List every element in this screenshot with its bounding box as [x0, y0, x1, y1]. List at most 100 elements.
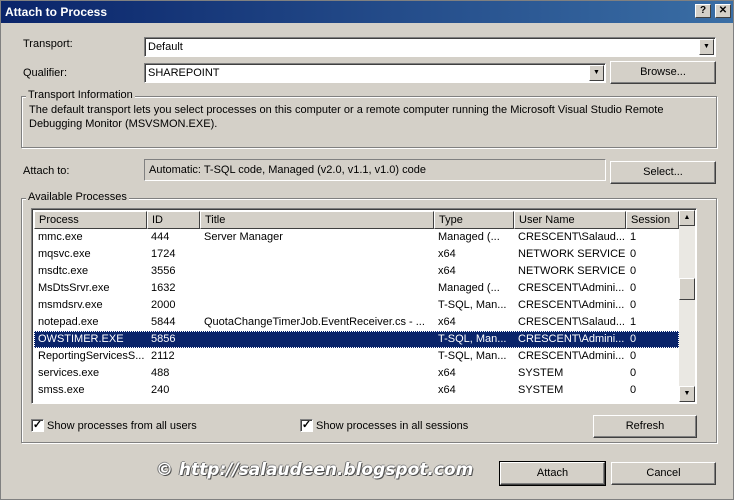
- cell-process: ReportingServicesS...: [38, 350, 145, 362]
- process-list[interactable]: Process ID Title Type User Name Session …: [31, 208, 697, 404]
- browse-button[interactable]: Browse...: [610, 61, 716, 84]
- table-row[interactable]: smss.exe 240 x64 SYSTEM 0: [34, 382, 679, 399]
- cell-user: NETWORK SERVICE: [518, 248, 626, 260]
- cell-session: 0: [630, 384, 637, 396]
- close-button[interactable]: ✕: [715, 4, 731, 18]
- cell-user: CRESCENT\Salaud...: [518, 316, 625, 328]
- chevron-down-icon[interactable]: ▼: [589, 65, 604, 81]
- cell-process: notepad.exe: [38, 316, 99, 328]
- checkmark-icon: ✓: [32, 419, 43, 431]
- show-all-users-checkbox[interactable]: ✓: [31, 419, 44, 432]
- cell-type: x64: [438, 367, 456, 379]
- cell-user: CRESCENT\Admini...: [518, 282, 625, 294]
- cell-type: Managed (...: [438, 282, 500, 294]
- select-button[interactable]: Select...: [610, 161, 716, 184]
- chevron-down-icon[interactable]: ▼: [679, 386, 695, 402]
- transport-info-text: The default transport lets you select pr…: [29, 104, 664, 130]
- cell-process: mqsvc.exe: [38, 248, 91, 260]
- cell-title: Server Manager: [204, 231, 283, 243]
- chevron-up-icon[interactable]: ▲: [679, 210, 695, 226]
- table-row[interactable]: OWSTIMER.EXE 5856 T-SQL, Man... CRESCENT\Ad…: [34, 331, 679, 348]
- cell-user: CRESCENT\Salaud...: [518, 231, 625, 243]
- attach-button[interactable]: Attach: [499, 461, 606, 486]
- cell-process: services.exe: [38, 367, 100, 379]
- table-row[interactable]: mmc.exe 444 Server Manager Managed (... CRES…: [34, 229, 679, 246]
- attach-to-field: Automatic: T-SQL code, Managed (v2.0, v1…: [144, 159, 606, 181]
- cell-process: msdtc.exe: [38, 265, 89, 277]
- cell-user: CRESCENT\Admini...: [518, 333, 625, 345]
- table-row[interactable]: msmdsrv.exe 2000 T-SQL, Man... CRESCENT\Adm…: [34, 297, 679, 314]
- column-session[interactable]: Session: [626, 211, 679, 229]
- cell-session: 0: [630, 367, 637, 379]
- cell-session: 0: [630, 333, 637, 345]
- show-all-sessions-checkbox[interactable]: ✓: [300, 419, 313, 432]
- cell-type: T-SQL, Man...: [438, 299, 507, 311]
- cell-user: SYSTEM: [518, 384, 564, 396]
- process-list-scrollbar[interactable]: ▲ ▼: [679, 210, 695, 402]
- cell-process: MsDtsSrvr.exe: [38, 282, 110, 294]
- cell-id: 2000: [151, 299, 176, 311]
- cell-user: CRESCENT\Admini...: [518, 299, 625, 311]
- cell-session: 1: [630, 231, 637, 243]
- column-type[interactable]: Type: [434, 211, 514, 229]
- cell-id: 1632: [151, 282, 176, 294]
- process-rows: mmc.exe 444 Server Manager Managed (... CRES…: [34, 229, 679, 403]
- scrollbar-thumb[interactable]: [679, 278, 695, 300]
- cell-type: x64: [438, 316, 456, 328]
- process-list-header: Process ID Title Type User Name Session: [34, 211, 679, 229]
- available-processes-title: Available Processes: [26, 191, 129, 203]
- cell-session: 0: [630, 350, 637, 362]
- cell-process: msmdsrv.exe: [38, 299, 103, 311]
- chevron-down-icon[interactable]: ▼: [699, 39, 714, 55]
- cell-id: 444: [151, 231, 170, 243]
- cell-id: 3556: [151, 265, 176, 277]
- cell-session: 0: [630, 248, 637, 260]
- cell-id: 2112: [151, 350, 175, 362]
- table-row[interactable]: notepad.exe 5844 QuotaChangeTimerJob.Event…: [34, 314, 679, 331]
- table-row[interactable]: msdtc.exe 3556 x64 NETWORK SERVICE 0: [34, 263, 679, 280]
- cell-process: mmc.exe: [38, 231, 83, 243]
- window-title: Attach to Process: [5, 5, 108, 19]
- qualifier-value: SHAREPOINT: [148, 67, 220, 79]
- attach-to-label: Attach to:: [23, 165, 70, 177]
- cell-process: smss.exe: [38, 384, 85, 396]
- title-bar: Attach to Process: [1, 1, 733, 23]
- refresh-button[interactable]: Refresh: [593, 415, 697, 438]
- cell-user: NETWORK SERVICE: [518, 265, 626, 277]
- table-row[interactable]: services.exe 488 x64 SYSTEM 0: [34, 365, 679, 382]
- column-user-name[interactable]: User Name: [514, 211, 626, 229]
- cell-session: 1: [630, 316, 637, 328]
- table-row[interactable]: mqsvc.exe 1724 x64 NETWORK SERVICE 0: [34, 246, 679, 263]
- column-title[interactable]: Title: [200, 211, 434, 229]
- attach-to-process-dialog: Attach to Process ? ✕ Transport: Default…: [0, 0, 734, 500]
- cell-type: x64: [438, 248, 456, 260]
- cell-session: 0: [630, 299, 637, 311]
- qualifier-dropdown[interactable]: SHAREPOINT ▼: [144, 63, 606, 83]
- show-all-sessions-label[interactable]: Show processes in all sessions: [316, 420, 468, 432]
- cell-user: SYSTEM: [518, 367, 564, 379]
- cell-process: OWSTIMER.EXE: [38, 333, 124, 345]
- cell-id: 5856: [151, 333, 176, 345]
- cell-id: 488: [151, 367, 170, 379]
- table-row[interactable]: ReportingServicesS... 2112 T-SQL, Man... CR…: [34, 348, 679, 365]
- show-all-users-label[interactable]: Show processes from all users: [47, 420, 197, 432]
- cell-type: x64: [438, 265, 456, 277]
- cell-type: Managed (...: [438, 231, 500, 243]
- watermark-text: © http://salaudeen.blogspot.com: [156, 460, 474, 480]
- cell-id: 1724: [151, 248, 176, 260]
- cell-id: 240: [151, 384, 170, 396]
- cell-type: x64: [438, 384, 456, 396]
- cell-session: 0: [630, 265, 637, 277]
- qualifier-label: Qualifier:: [23, 67, 68, 79]
- transport-dropdown[interactable]: Default ▼: [144, 37, 716, 57]
- cell-type: T-SQL, Man...: [438, 350, 507, 362]
- table-row[interactable]: MsDtsSrvr.exe 1632 Managed (... CRESCENT\Ad…: [34, 280, 679, 297]
- transport-value: Default: [148, 41, 183, 53]
- column-process[interactable]: Process: [34, 211, 147, 229]
- help-button[interactable]: ?: [695, 4, 711, 18]
- cell-title: QuotaChangeTimerJob.EventReceiver.cs - .…: [204, 316, 425, 328]
- transport-label: Transport:: [23, 38, 73, 50]
- cancel-button[interactable]: Cancel: [611, 462, 716, 485]
- column-id[interactable]: ID: [147, 211, 200, 229]
- cell-session: 0: [630, 282, 637, 294]
